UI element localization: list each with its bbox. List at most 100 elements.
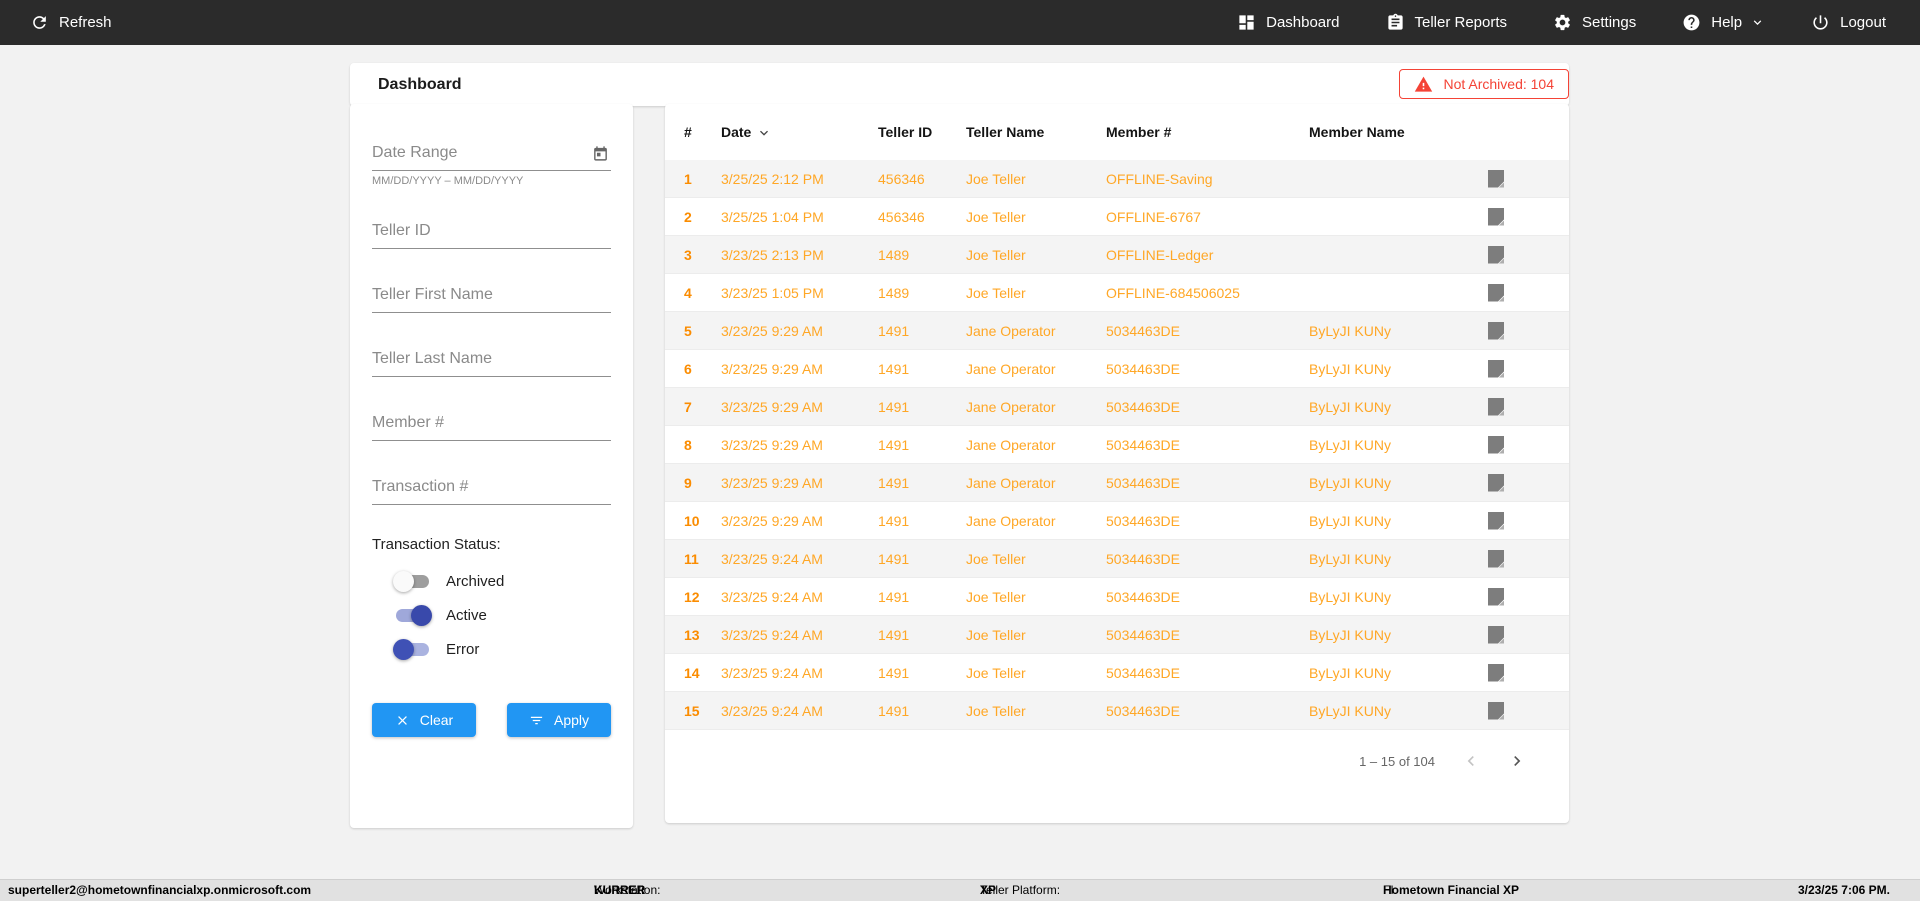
- cell-teller-id: 1491: [878, 512, 910, 529]
- cell-member-num: 5034463DE: [1106, 474, 1180, 491]
- cell-teller-id: 1491: [878, 322, 910, 339]
- table-header-row: # Date Teller ID Teller Name Member # Me…: [665, 104, 1569, 160]
- cell-teller-name: Jane Operator: [966, 436, 1056, 453]
- pagination: 1 – 15 of 104: [1359, 751, 1527, 771]
- table-row[interactable]: 11 3/23/25 9:24 AM 1491 Joe Teller 50344…: [665, 540, 1569, 578]
- note-icon[interactable]: [1488, 664, 1504, 682]
- gear-icon: [1553, 13, 1572, 32]
- calendar-icon[interactable]: [592, 145, 609, 162]
- teller-last-name-input[interactable]: [372, 344, 611, 377]
- table-row[interactable]: 6 3/23/25 9:29 AM 1491 Jane Operator 503…: [665, 350, 1569, 388]
- note-icon[interactable]: [1488, 322, 1504, 340]
- row-number: 4: [684, 284, 692, 301]
- table-row[interactable]: 5 3/23/25 9:29 AM 1491 Jane Operator 503…: [665, 312, 1569, 350]
- member-number-input[interactable]: [372, 408, 611, 441]
- table-row[interactable]: 12 3/23/25 9:24 AM 1491 Joe Teller 50344…: [665, 578, 1569, 616]
- sort-descending-icon: [756, 123, 772, 141]
- table-row[interactable]: 14 3/23/25 9:24 AM 1491 Joe Teller 50344…: [665, 654, 1569, 692]
- nav-item-settings[interactable]: Settings: [1553, 13, 1636, 32]
- error-toggle[interactable]: [384, 630, 429, 669]
- teller-last-name-field: [372, 344, 611, 377]
- cell-member-num: 5034463DE: [1106, 702, 1180, 719]
- note-icon[interactable]: [1488, 626, 1504, 644]
- cell-date: 3/23/25 2:13 PM: [721, 246, 824, 263]
- cell-teller-name: Joe Teller: [966, 550, 1026, 567]
- cell-teller-name: Jane Operator: [966, 512, 1056, 529]
- platform-label: Teller Platform:: [980, 883, 1061, 897]
- nav-item-dashboard[interactable]: Dashboard: [1237, 13, 1340, 32]
- column-header-member-name: Member Name: [1309, 124, 1405, 140]
- clear-button[interactable]: Clear: [372, 703, 476, 737]
- cell-date: 3/23/25 9:29 AM: [721, 398, 823, 415]
- previous-page-button[interactable]: [1461, 751, 1481, 771]
- note-icon[interactable]: [1488, 284, 1504, 302]
- row-number: 9: [684, 474, 692, 491]
- column-header-teller-id: Teller ID: [878, 124, 933, 140]
- cell-member-name: ByLyJI KUNy: [1309, 474, 1391, 491]
- cell-member-num: 5034463DE: [1106, 322, 1180, 339]
- cell-date: 3/25/25 1:04 PM: [721, 208, 824, 225]
- note-icon[interactable]: [1488, 208, 1504, 226]
- cell-teller-name: Joe Teller: [966, 246, 1026, 263]
- cell-member-num: OFFLINE-684506025: [1106, 284, 1240, 301]
- note-icon[interactable]: [1488, 398, 1504, 416]
- fi-label: FI:: [1383, 883, 1397, 897]
- transaction-number-input[interactable]: [372, 472, 611, 505]
- table-row[interactable]: 7 3/23/25 9:29 AM 1491 Jane Operator 503…: [665, 388, 1569, 426]
- toggle-row-archived: Archived: [393, 571, 611, 592]
- page-title: Dashboard: [378, 75, 462, 93]
- apply-button[interactable]: Apply: [507, 703, 611, 737]
- refresh-label: Refresh: [59, 14, 112, 31]
- note-icon[interactable]: [1488, 588, 1504, 606]
- warning-icon: [1414, 75, 1433, 94]
- teller-id-input[interactable]: [372, 216, 611, 249]
- table-row[interactable]: 3 3/23/25 2:13 PM 1489 Joe Teller OFFLIN…: [665, 236, 1569, 274]
- nav-item-help[interactable]: Help: [1682, 13, 1765, 32]
- cell-teller-id: 1491: [878, 360, 910, 377]
- row-number: 12: [684, 588, 700, 605]
- cell-member-name: ByLyJI KUNy: [1309, 322, 1391, 339]
- table-row[interactable]: 10 3/23/25 9:29 AM 1491 Jane Operator 50…: [665, 502, 1569, 540]
- refresh-icon: [30, 13, 49, 32]
- active-toggle[interactable]: [396, 605, 432, 626]
- cell-date: 3/23/25 9:24 AM: [721, 626, 823, 643]
- date-range-input[interactable]: [372, 138, 611, 171]
- cell-date: 3/23/25 1:05 PM: [721, 284, 824, 301]
- refresh-button[interactable]: Refresh: [30, 13, 112, 32]
- note-icon[interactable]: [1488, 246, 1504, 264]
- table-row[interactable]: 9 3/23/25 9:29 AM 1491 Jane Operator 503…: [665, 464, 1569, 502]
- table-row[interactable]: 8 3/23/25 9:29 AM 1491 Jane Operator 503…: [665, 426, 1569, 464]
- not-archived-badge[interactable]: Not Archived: 104: [1399, 69, 1569, 99]
- table-row[interactable]: 4 3/23/25 1:05 PM 1489 Joe Teller OFFLIN…: [665, 274, 1569, 312]
- teller-first-name-input[interactable]: [372, 280, 611, 313]
- filter-panel: MM/DD/YYYY – MM/DD/YYYY Transaction Stat…: [350, 104, 633, 828]
- archived-toggle[interactable]: [393, 571, 429, 592]
- toggle-row-error: Error: [384, 630, 611, 669]
- note-icon[interactable]: [1488, 550, 1504, 568]
- note-icon[interactable]: [1488, 170, 1504, 188]
- note-icon[interactable]: [1488, 360, 1504, 378]
- cell-date: 3/23/25 9:29 AM: [721, 360, 823, 377]
- nav-item-logout[interactable]: Logout: [1811, 13, 1886, 32]
- row-number: 11: [684, 550, 699, 567]
- note-icon[interactable]: [1488, 436, 1504, 454]
- cell-date: 3/25/25 2:12 PM: [721, 170, 824, 187]
- next-page-button[interactable]: [1507, 751, 1527, 771]
- note-icon[interactable]: [1488, 512, 1504, 530]
- top-navbar: Refresh Dashboard Teller Reports Setting…: [0, 0, 1920, 45]
- cell-date: 3/23/25 9:24 AM: [721, 550, 823, 567]
- cell-member-name: ByLyJI KUNy: [1309, 588, 1391, 605]
- table-row[interactable]: 13 3/23/25 9:24 AM 1491 Joe Teller 50344…: [665, 616, 1569, 654]
- note-icon[interactable]: [1488, 702, 1504, 720]
- chevron-down-icon: [1752, 15, 1765, 30]
- row-number: 5: [684, 322, 692, 339]
- cell-member-num: 5034463DE: [1106, 664, 1180, 681]
- table-row[interactable]: 15 3/23/25 9:24 AM 1491 Joe Teller 50344…: [665, 692, 1569, 730]
- clipboard-icon: [1386, 13, 1405, 32]
- table-row[interactable]: 2 3/25/25 1:04 PM 456346 Joe Teller OFFL…: [665, 198, 1569, 236]
- column-header-date[interactable]: Date: [721, 123, 878, 141]
- nav-item-teller-reports[interactable]: Teller Reports: [1386, 13, 1507, 32]
- table-row[interactable]: 1 3/25/25 2:12 PM 456346 Joe Teller OFFL…: [665, 160, 1569, 198]
- row-number: 15: [684, 702, 700, 719]
- note-icon[interactable]: [1488, 474, 1504, 492]
